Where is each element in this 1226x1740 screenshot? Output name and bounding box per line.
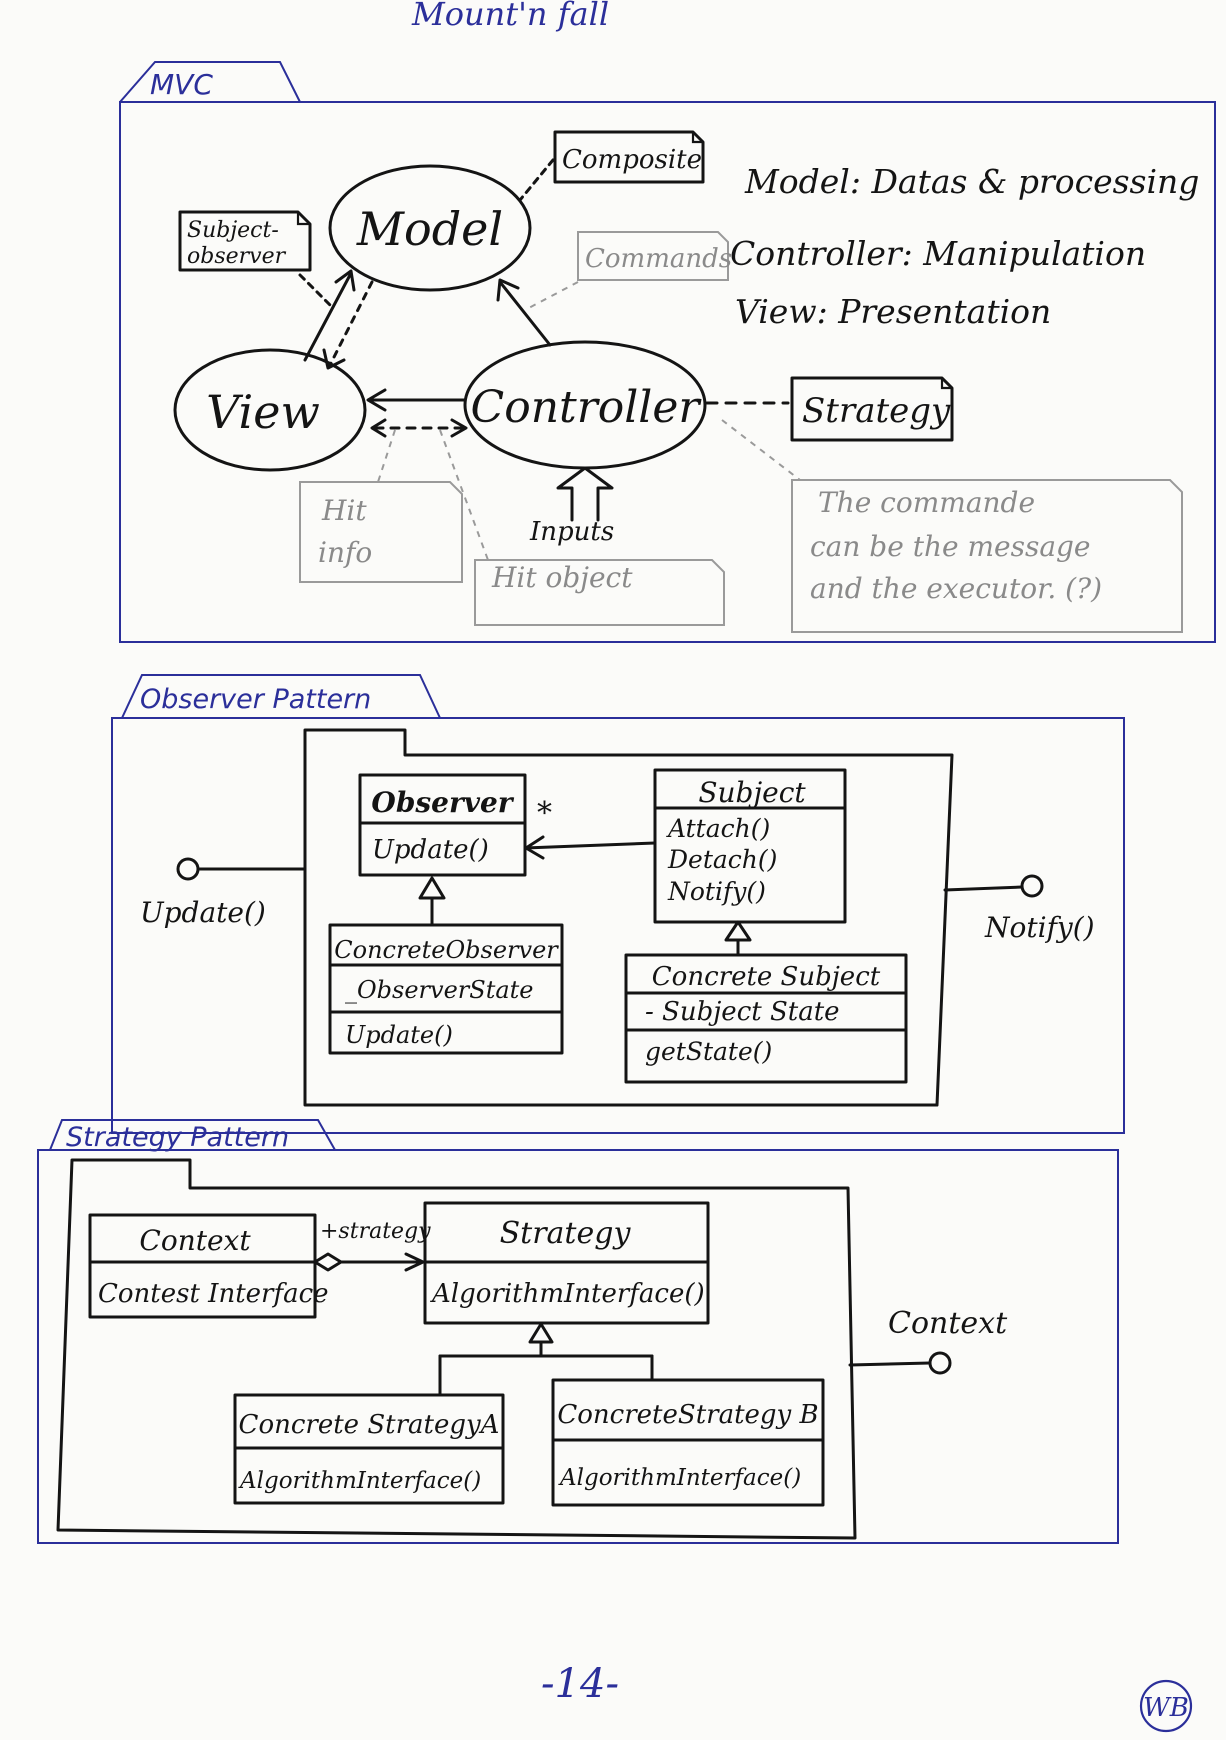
page-header: Mount'n fall [411,0,609,33]
hit-object-label: Hit object [491,561,633,594]
page-number: -14- [541,1661,619,1707]
controller-to-model-arrow [496,278,552,347]
strategy-class-op: AlgorithmInterface() [430,1279,705,1309]
composite-label: Composite [562,145,702,175]
context-interface-label: Context [888,1306,1008,1341]
context-interface: Context [848,1306,1008,1375]
observer-class-title: Observer [371,786,514,819]
subject-observer-association [523,835,657,860]
concrete-subject-class: Concrete Subject - Subject State getStat… [624,953,908,1084]
context-class-op: Contest Interface [98,1279,329,1309]
view-controller-dashed-arrow [370,418,468,438]
strategy-tab-label: Strategy Pattern [66,1122,289,1153]
hit-info-line2: info [318,536,372,569]
concrete-subject-title: Concrete Subject [652,962,881,992]
signature-mark: WB [1139,1679,1193,1733]
note-line1: The commande [818,486,1035,519]
desc-view: View: Presentation [735,292,1051,331]
concrete-strategy-b-op: AlgorithmInterface() [558,1465,801,1491]
strategy-inheritance [438,1322,654,1397]
association-multiplicity: * [537,796,552,831]
strategy-class-title: Strategy [500,1216,632,1251]
commands-label: Commands [585,244,732,274]
aggregation-role-label: +strategy [320,1219,431,1244]
notebook-page: Mount'n fall MVC Model View Controller C… [37,0,1216,1733]
subject-observer-note: Subject- observer [178,210,332,307]
subject-op-detach: Detach() [667,845,777,874]
model-to-view-dashed-arrow [322,280,374,370]
desc-model: Model: Datas & processing [744,162,1199,201]
subject-class: Subject Attach() Detach() Notify() [653,768,847,924]
note-line2: can be the message [810,530,1091,563]
controller-label: Controller [471,382,703,433]
strategy-section: Strategy Pattern Context Contest Interfa… [37,1119,1119,1544]
observer-inheritance [418,876,446,927]
mvc-tab-label: MVC [150,68,213,101]
commands-note: Commands [524,231,732,311]
concrete-strategy-b-title: ConcreteStrategy B [557,1400,818,1430]
model-label: Model [356,202,503,256]
concrete-observer-op: Update() [345,1021,453,1049]
strategy-label: Strategy [802,391,951,431]
concrete-subject-op: getState() [645,1037,772,1066]
subject-class-title: Subject [698,776,806,809]
concrete-observer-attr: _ObserverState [345,976,534,1004]
controller-to-view-arrow [366,388,467,412]
subject-inheritance [724,920,752,957]
subject-op-attach: Attach() [666,814,770,843]
concrete-strategy-b-class: ConcreteStrategy B AlgorithmInterface() [551,1378,825,1507]
inputs-arrow: Inputs [529,466,614,547]
view-to-model-arrow [303,269,356,362]
observer-class-op: Update() [372,835,489,865]
context-class-title: Context [139,1224,251,1257]
mvc-section: MVC Model View Controller Composite Subj… [119,61,1216,643]
strategy-class: Strategy AlgorithmInterface() [423,1201,710,1325]
concrete-strategy-a-title: Concrete StrategyA [239,1410,500,1440]
update-interface-label: Update() [140,896,266,929]
concrete-observer-title: ConcreteObserver [334,936,559,964]
composite-note: Composite [518,130,705,202]
observer-section: Observer Pattern Observer Update() * Sub… [111,674,1125,1134]
desc-controller: Controller: Manipulation [730,234,1146,273]
concrete-observer-class: ConcreteObserver _ObserverState Update() [328,923,564,1055]
context-class: Context Contest Interface [88,1213,329,1319]
concrete-subject-attr: - Subject State [645,997,840,1027]
strategy-note: Strategy [705,376,954,442]
context-strategy-aggregation: +strategy [313,1219,431,1272]
notify-interface: Notify() [943,874,1095,944]
update-interface: Update() [140,857,307,929]
hit-info-line1: Hit [321,494,367,527]
concrete-strategy-a-class: Concrete StrategyA AlgorithmInterface() [233,1393,505,1505]
observer-class: Observer Update() [358,773,527,877]
hit-info-note: Hit info [299,429,463,583]
notify-interface-label: Notify() [984,911,1095,944]
view-label: View [206,385,320,439]
note-line3: and the executor. (?) [810,572,1102,605]
subject-op-notify: Notify() [667,877,766,906]
signature-text: WB [1143,1693,1189,1723]
observer-tab-label: Observer Pattern [140,684,371,715]
subject-observer-line2: observer [187,244,287,269]
commande-note: The commande can be the message and the … [721,419,1183,633]
subject-observer-line1: Subject- [187,218,279,243]
concrete-strategy-a-op: AlgorithmInterface() [238,1468,481,1494]
inputs-label: Inputs [529,517,614,547]
